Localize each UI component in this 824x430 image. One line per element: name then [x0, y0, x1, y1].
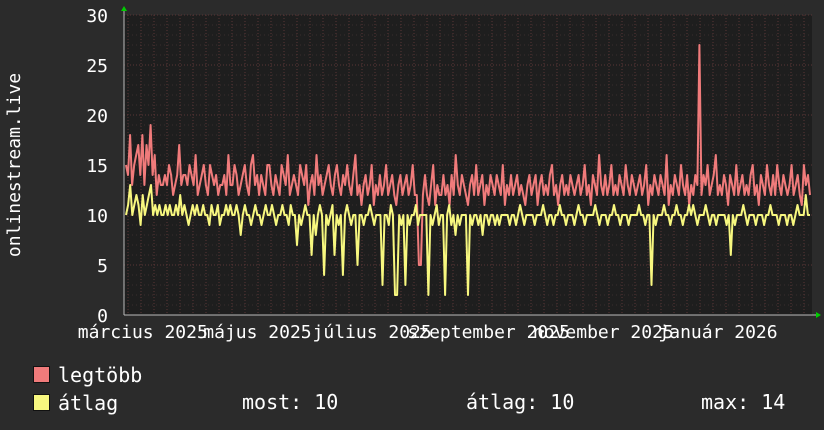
stat-max: max: 14	[701, 390, 786, 414]
y-tick-label: 25	[86, 56, 108, 77]
y-tick-label: 30	[86, 6, 108, 27]
y-axis-arrow-icon	[121, 6, 127, 11]
legend-label-avg: átlag	[58, 391, 119, 415]
x-tick-label: január 2026	[658, 322, 777, 343]
y-tick-label: 10	[86, 206, 108, 227]
stat-average: átlag: 10	[466, 390, 575, 414]
legend-label-max: legtöbb	[58, 363, 143, 387]
y-tick-label: 15	[86, 156, 108, 177]
y-axis-label: onlinestream.live	[4, 73, 25, 257]
x-tick-labels: március 2025május 2025 július 2025szeptem…	[78, 322, 778, 343]
x-tick-label: március 2025	[78, 322, 208, 343]
legend-swatch-max	[33, 366, 50, 383]
x-tick-label: május 2025	[203, 322, 311, 343]
x-axis-arrow-icon	[816, 312, 821, 318]
y-tick-label: 20	[86, 106, 108, 127]
y-tick-label: 5	[97, 256, 108, 277]
y-tick-labels: 051015202530	[86, 6, 108, 327]
stat-now: most: 10	[242, 390, 339, 414]
legend-swatch-avg	[33, 394, 50, 411]
x-tick-label: november 2025	[533, 322, 674, 343]
chart-stage: 0 5 10 15 20 25 30 március 2025 május 2025 júliu…	[0, 0, 824, 430]
